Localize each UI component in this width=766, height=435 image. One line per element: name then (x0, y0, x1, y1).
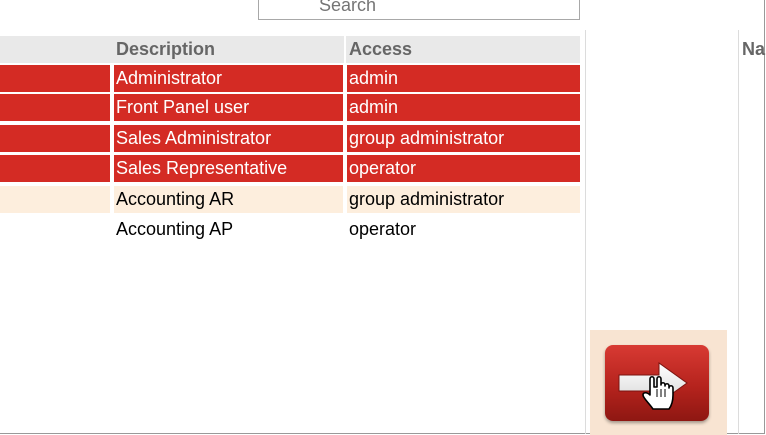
column-header-access[interactable]: Access (349, 36, 412, 63)
row-description: Front Panel user (116, 97, 250, 117)
row-access: group administrator (349, 128, 505, 148)
column-divider (344, 36, 346, 63)
cell-gap (110, 155, 114, 182)
column-header-name[interactable]: Na (742, 36, 765, 63)
row-access: admin (349, 97, 399, 117)
table-row[interactable]: Accounting AR group administrator (0, 186, 580, 213)
move-right-button[interactable] (605, 345, 709, 421)
hand-pointer-icon (642, 375, 674, 410)
cell-gap (343, 155, 347, 182)
cell-gap (110, 125, 114, 152)
row-description: Sales Representative (116, 158, 288, 178)
cell-gap (110, 94, 114, 121)
table-header: Description Access (0, 36, 580, 63)
table-row[interactable]: Administrator admin (0, 65, 580, 92)
row-description: Sales Administrator (116, 128, 272, 148)
cell-gap (343, 125, 347, 152)
table-row[interactable]: Sales Administrator group administrator (0, 125, 580, 152)
row-description: Accounting AP (116, 219, 234, 239)
available-groups-table: Description Access Administrator admin F… (0, 30, 586, 434)
column-header-description[interactable]: Description (116, 36, 215, 63)
table-row[interactable]: Front Panel user admin (0, 94, 580, 121)
row-access: operator (349, 158, 417, 178)
row-access: operator (349, 219, 417, 239)
cell-gap (343, 186, 347, 213)
table-row[interactable]: Accounting AP operator (0, 216, 580, 243)
cell-gap (110, 186, 114, 213)
search-field[interactable] (258, 0, 580, 20)
assigned-groups-table: Na (738, 30, 766, 434)
table-row[interactable]: Sales Representative operator (0, 155, 580, 182)
row-access: group administrator (349, 189, 505, 209)
cell-gap (110, 65, 114, 92)
row-access: admin (349, 68, 399, 88)
search-input[interactable] (259, 0, 579, 19)
row-description: Accounting AR (116, 189, 235, 209)
move-button-cell (590, 330, 727, 435)
row-description: Administrator (116, 68, 223, 88)
cell-gap (343, 65, 347, 92)
cell-gap (343, 94, 347, 121)
